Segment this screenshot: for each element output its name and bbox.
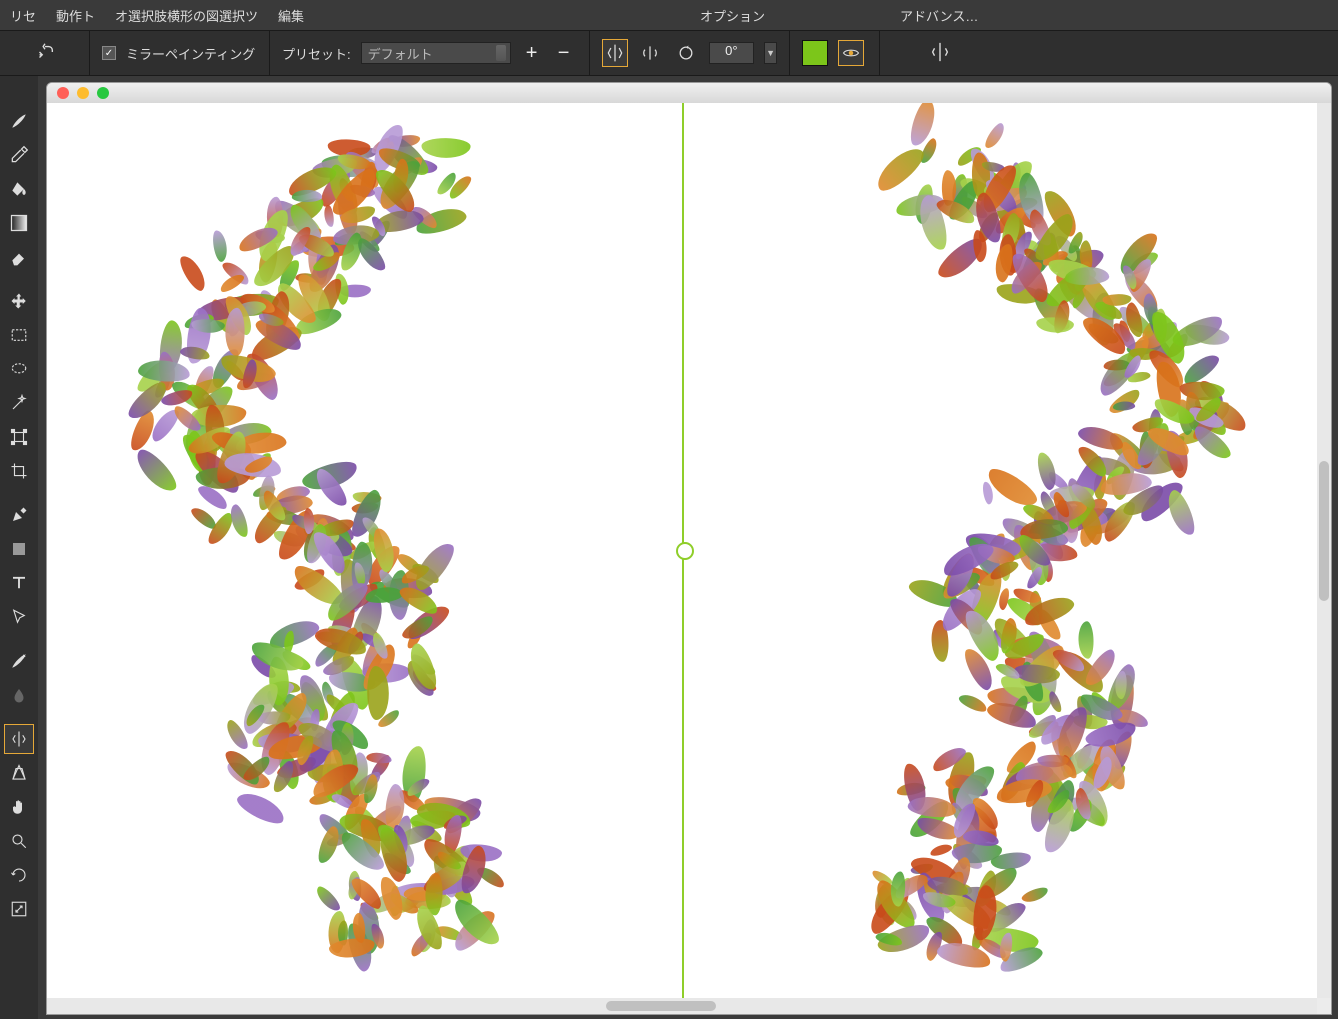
horizontal-scroll-thumb[interactable] [606, 1001, 716, 1011]
tool-reset-icon[interactable] [34, 41, 56, 66]
minimize-window-button[interactable] [77, 87, 89, 99]
mirror-tool[interactable] [4, 724, 34, 754]
angle-input[interactable]: 0° [709, 42, 754, 64]
close-window-button[interactable] [57, 87, 69, 99]
preset-label: プリセット: [282, 44, 351, 63]
preset-dropdown[interactable]: デフォルト [361, 42, 511, 64]
eraser-tool[interactable] [4, 242, 34, 272]
vertical-scroll-thumb[interactable] [1319, 461, 1329, 601]
preset-remove-button[interactable]: − [553, 42, 575, 64]
fx-brush-tool[interactable] [4, 646, 34, 676]
mirror-painting-checkbox[interactable]: ✓ [102, 46, 116, 60]
document-window [46, 82, 1332, 1015]
hand-tool[interactable] [4, 792, 34, 822]
canvas[interactable] [47, 103, 1317, 998]
text-tool[interactable] [4, 568, 34, 598]
move-tool[interactable] [4, 286, 34, 316]
window-titlebar[interactable] [47, 83, 1331, 103]
rotate-icon[interactable] [673, 39, 699, 67]
axis-visibility-toggle[interactable] [838, 40, 864, 66]
perspective-tool[interactable] [4, 758, 34, 788]
vertical-scrollbar[interactable] [1317, 103, 1331, 998]
menu-edit[interactable]: 編集 [278, 6, 304, 25]
axis-color-swatch[interactable] [802, 40, 828, 66]
menu-options[interactable]: オプション [700, 6, 765, 25]
artwork-left [47, 103, 682, 998]
lasso-tool[interactable] [4, 354, 34, 384]
preset-add-button[interactable]: + [521, 42, 543, 64]
zoom-window-button[interactable] [97, 87, 109, 99]
fullscreen-tool[interactable] [4, 894, 34, 924]
preset-value: デフォルト [368, 44, 433, 63]
mirror-painting-label: ミラーペインティング [126, 44, 255, 63]
gradient-tool[interactable] [4, 208, 34, 238]
pointer-tool[interactable] [4, 602, 34, 632]
magic-wand-tool[interactable] [4, 388, 34, 418]
brush-tool[interactable] [4, 106, 34, 136]
menu-reset[interactable]: リセ [10, 6, 36, 25]
menu-select[interactable]: オ選択肢横形の図選択ツ [115, 6, 258, 25]
mirror-mode-button[interactable] [602, 39, 628, 67]
menu-advanced[interactable]: アドバンス… [900, 6, 978, 25]
shape-tool[interactable] [4, 534, 34, 564]
tool-options-bar: ✓ ミラーペインティング プリセット: デフォルト + − 0° ▼ [0, 30, 1338, 76]
eyedropper-tool[interactable] [4, 140, 34, 170]
transform-tool[interactable] [4, 422, 34, 452]
crop-tool[interactable] [4, 456, 34, 486]
pen-tool[interactable] [4, 500, 34, 530]
rotate-view-tool[interactable] [4, 860, 34, 890]
top-menu-bar: リセ 動作ト オ選択肢横形の図選択ツ 編集 オプション アドバンス… [0, 0, 1338, 30]
angle-dropdown[interactable]: ▼ [764, 42, 777, 64]
horizontal-scrollbar[interactable] [47, 998, 1317, 1014]
fill-tool[interactable] [4, 174, 34, 204]
marquee-tool[interactable] [4, 320, 34, 350]
smudge-tool[interactable] [4, 680, 34, 710]
flip-axis-button[interactable] [638, 39, 664, 67]
menu-action[interactable]: 動作ト [56, 6, 95, 25]
tools-sidebar [0, 76, 38, 1019]
artwork-right [682, 103, 1317, 998]
zoom-tool[interactable] [4, 826, 34, 856]
advanced-mirror-icon[interactable] [929, 41, 951, 66]
